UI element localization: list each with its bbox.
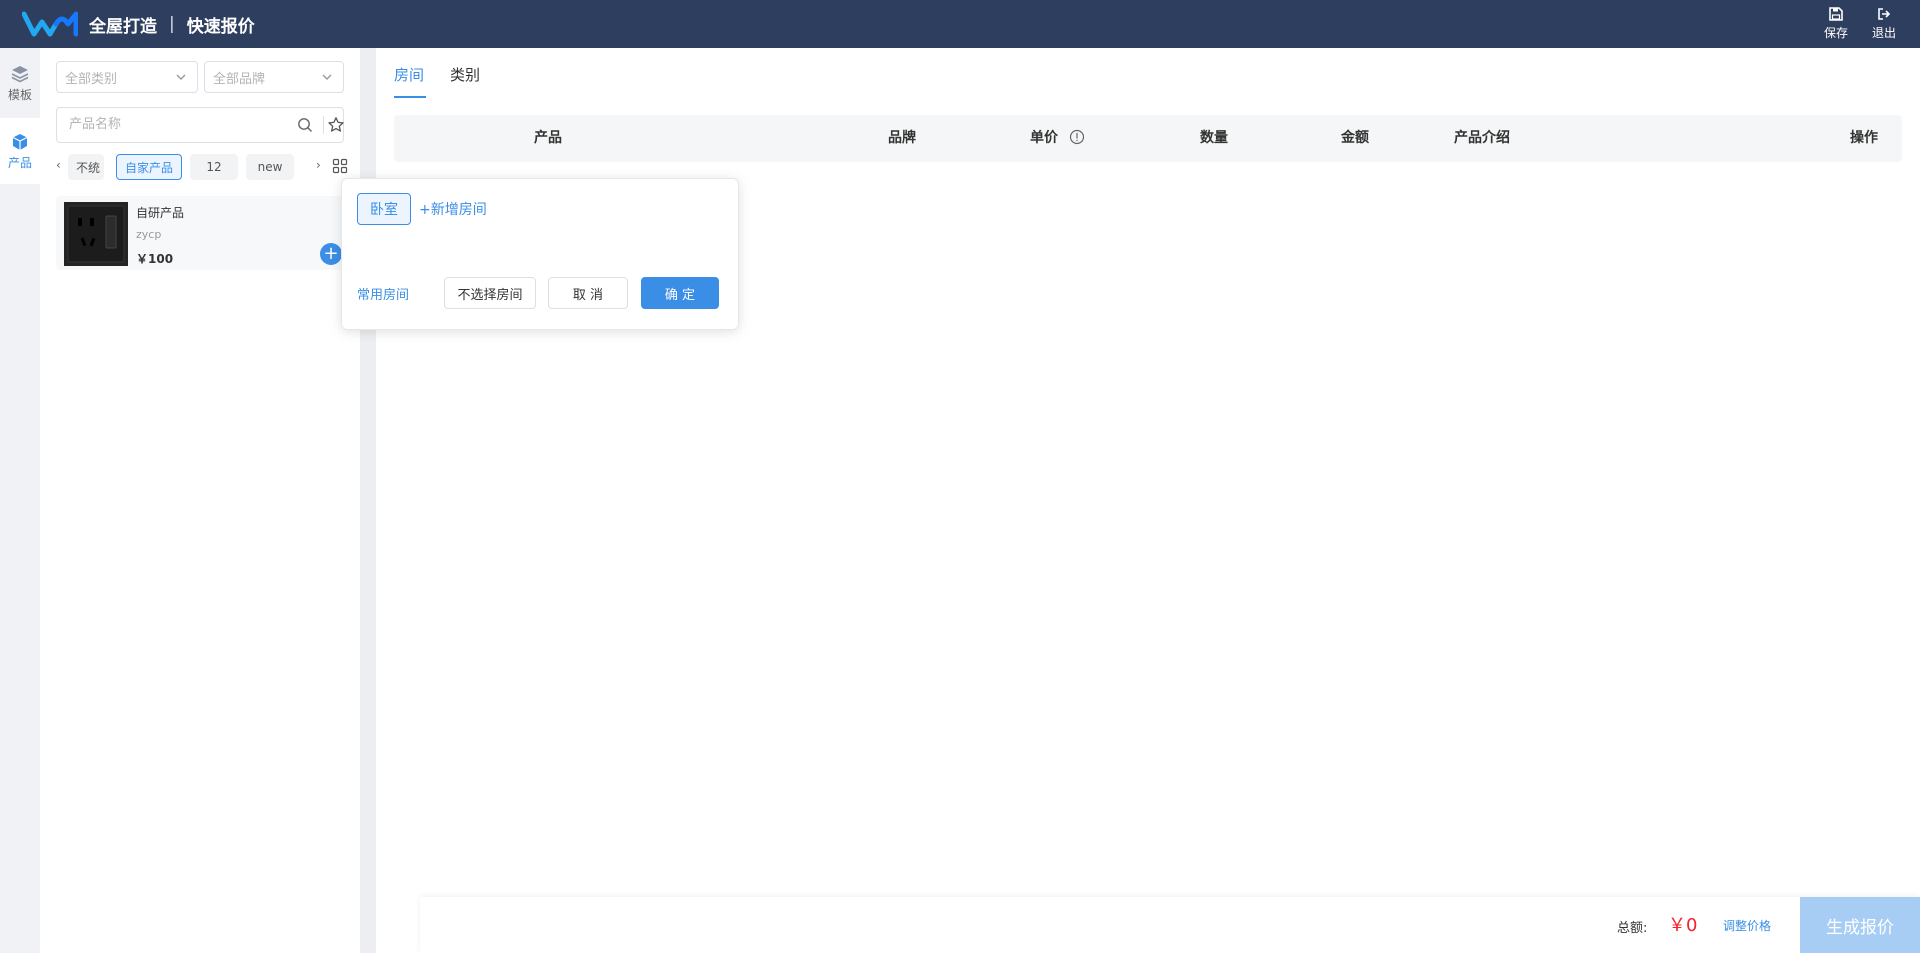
tag-item[interactable]: 12 bbox=[190, 154, 238, 180]
grid-icon[interactable] bbox=[332, 158, 348, 174]
no-room-button[interactable]: 不选择房间 bbox=[444, 277, 536, 309]
cube-icon bbox=[12, 133, 28, 150]
layers-icon bbox=[11, 65, 29, 82]
common-rooms-link[interactable]: 常用房间 bbox=[357, 284, 409, 303]
table-header: 产品 品牌 单价 数量 金额 产品介绍 操作 bbox=[394, 115, 1902, 162]
product-brand: zycp bbox=[136, 228, 162, 241]
category-select[interactable]: 全部类别 bbox=[56, 61, 198, 93]
chevron-left-icon[interactable]: ‹ bbox=[56, 158, 66, 174]
product-card[interactable]: 自研产品 zycp ￥100 + bbox=[56, 196, 344, 270]
product-search[interactable]: 产品名称 bbox=[56, 107, 344, 143]
col-quantity: 数量 bbox=[1200, 130, 1228, 146]
save-button[interactable]: 保存 bbox=[1816, 6, 1856, 42]
app-name: 全屋打造 bbox=[89, 16, 157, 37]
chevron-down-icon bbox=[176, 74, 186, 80]
brand-select[interactable]: 全部品牌 bbox=[204, 61, 344, 93]
product-panel: 全部类别 全部品牌 产品名称 ‹ 不统 自家产品 12 new › 自研产品 z… bbox=[40, 48, 360, 953]
tag-item-active[interactable]: 自家产品 bbox=[116, 154, 182, 180]
active-tab-indicator bbox=[394, 96, 426, 98]
room-select-popover: 卧室 +新增房间 常用房间 不选择房间 取 消 确 定 bbox=[341, 178, 739, 330]
cancel-button[interactable]: 取 消 bbox=[548, 277, 628, 309]
product-image bbox=[64, 202, 128, 266]
room-option-bedroom[interactable]: 卧室 bbox=[357, 193, 411, 225]
chevron-right-icon[interactable]: › bbox=[316, 158, 326, 174]
col-amount: 金额 bbox=[1341, 130, 1369, 146]
search-input[interactable]: 产品名称 bbox=[69, 108, 121, 142]
total-value: ￥0 bbox=[1668, 915, 1698, 936]
add-product-button[interactable]: + bbox=[320, 243, 342, 265]
star-icon[interactable] bbox=[327, 116, 345, 134]
exit-label: 退出 bbox=[1871, 26, 1896, 40]
category-select-value: 全部类别 bbox=[65, 71, 118, 87]
rail-item-label: 模板 bbox=[7, 87, 32, 102]
rail-item-label: 产品 bbox=[7, 155, 32, 170]
brand-select-value: 全部品牌 bbox=[213, 71, 266, 87]
col-actions: 操作 bbox=[1850, 130, 1878, 146]
tab-category[interactable]: 类别 bbox=[450, 64, 480, 85]
page-name: 快速报价 bbox=[186, 16, 255, 37]
rail-item-template[interactable]: 模板 bbox=[0, 52, 40, 114]
confirm-button[interactable]: 确 定 bbox=[641, 277, 719, 309]
adjust-price-link[interactable]: 调整价格 bbox=[1723, 917, 1771, 934]
search-icon[interactable] bbox=[297, 117, 313, 133]
total-label: 总额: bbox=[1617, 921, 1648, 936]
tag-item[interactable]: 不统 bbox=[68, 154, 104, 180]
product-name: 自研产品 bbox=[136, 206, 185, 220]
info-icon[interactable] bbox=[1069, 129, 1085, 145]
page-title: 全屋打造 | 快速报价 bbox=[89, 0, 255, 48]
tag-item[interactable]: new bbox=[246, 154, 294, 180]
generate-quote-button[interactable]: 生成报价 bbox=[1800, 897, 1920, 953]
brand-logo-icon bbox=[22, 11, 78, 37]
add-room-link[interactable]: +新增房间 bbox=[419, 199, 487, 219]
rail-item-product[interactable]: 产品 bbox=[0, 118, 40, 184]
col-intro: 产品介绍 bbox=[1454, 130, 1510, 146]
col-unit-price-label: 单价 bbox=[1030, 130, 1058, 146]
left-rail: 模板 产品 bbox=[0, 48, 40, 953]
logout-icon bbox=[1878, 8, 1891, 20]
tab-room[interactable]: 房间 bbox=[394, 64, 424, 85]
chevron-down-icon bbox=[322, 74, 332, 80]
product-price: ￥100 bbox=[136, 252, 174, 266]
col-brand: 品牌 bbox=[888, 130, 916, 146]
socket-icon bbox=[64, 202, 128, 266]
quote-footer: 总额: ￥0 调整价格 生成报价 bbox=[420, 897, 1920, 953]
col-unit-price: 单价 bbox=[1030, 115, 1085, 162]
exit-button[interactable]: 退出 bbox=[1864, 6, 1904, 42]
col-product: 产品 bbox=[534, 130, 562, 146]
app-header: 全屋打造 | 快速报价 保存 退出 bbox=[0, 0, 1920, 48]
save-icon bbox=[1829, 7, 1843, 21]
title-separator: | bbox=[169, 14, 175, 34]
save-label: 保存 bbox=[1823, 26, 1848, 40]
tag-bar: ‹ 不统 自家产品 12 new › bbox=[56, 154, 356, 180]
search-divider bbox=[323, 116, 324, 134]
